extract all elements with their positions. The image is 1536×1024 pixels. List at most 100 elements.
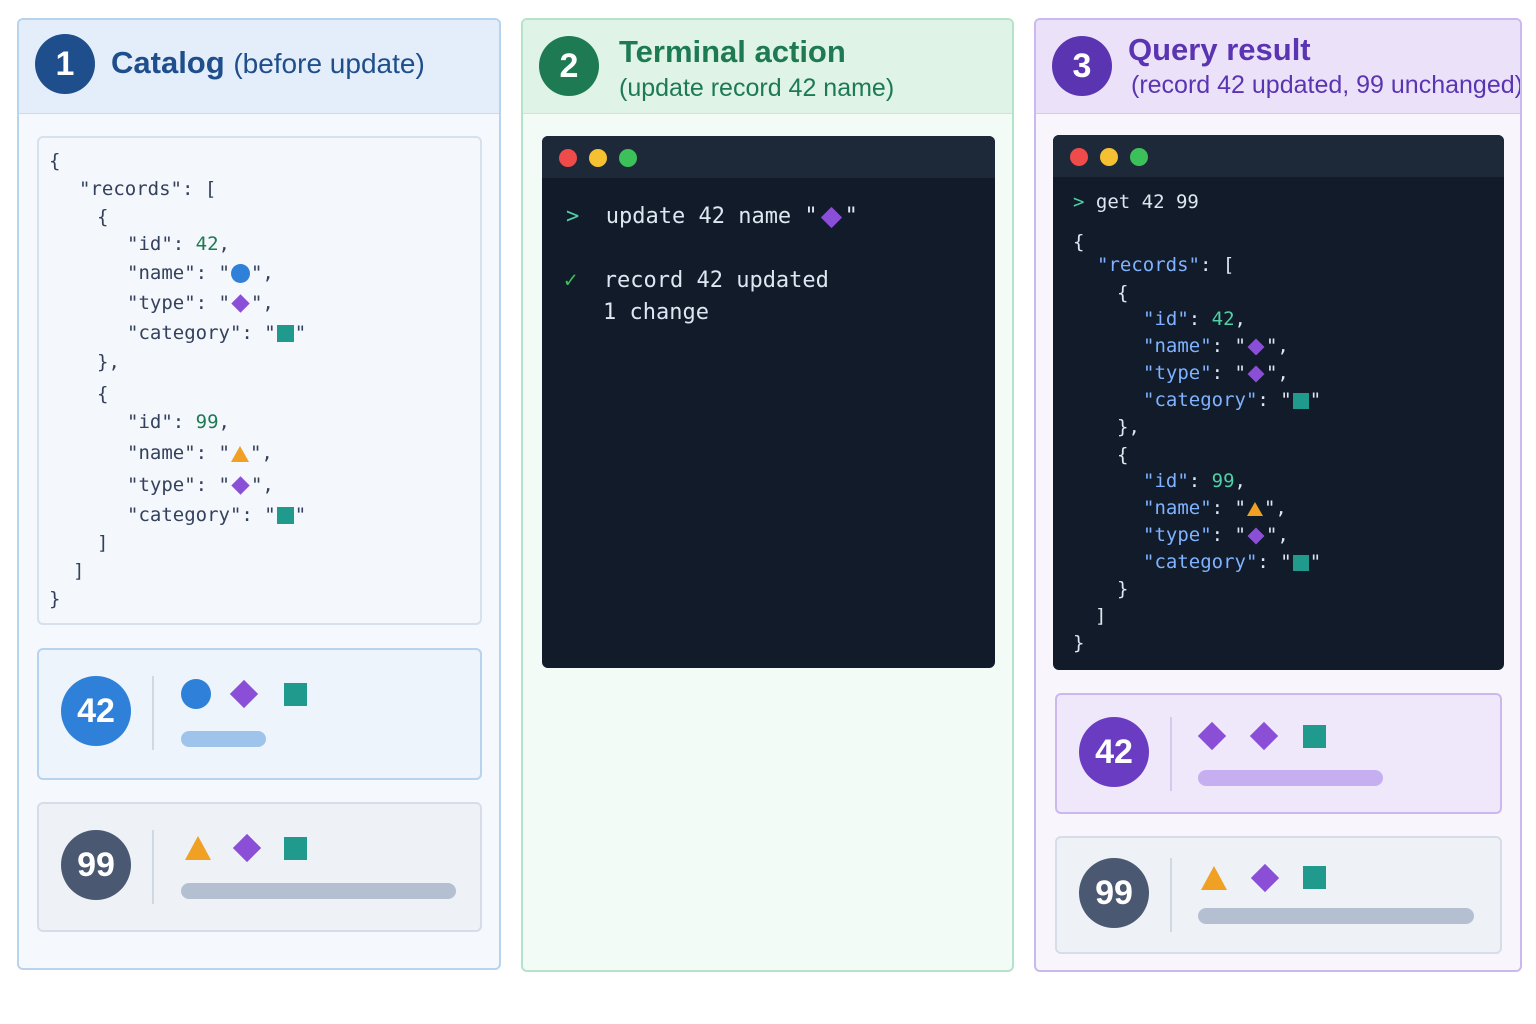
diamond-icon — [820, 206, 842, 228]
json-type-key: "type" — [1143, 362, 1212, 384]
record-id-badge: 42 — [61, 676, 131, 746]
json-record-42-id: "id": 42, — [127, 233, 230, 255]
json-category-key: "category" — [1143, 389, 1258, 411]
json-id-key: "id": — [127, 233, 196, 255]
circle-icon — [230, 264, 250, 283]
json-id-key: "id" — [1143, 308, 1189, 330]
record-card-42: 42 — [37, 648, 482, 780]
square-icon — [1303, 725, 1326, 748]
json-record-99-id: "id": 99, — [1143, 470, 1246, 492]
catalog-panel: 1 Catalog (before update) { "records": [… — [17, 18, 501, 970]
json-type-key: "type": — [127, 474, 219, 496]
result-terminal-window[interactable]: > get 42 99 { "records": [ { "id": 42, "… — [1053, 135, 1504, 670]
json-id-value: 42 — [1211, 308, 1235, 330]
json-close-brace: } — [1073, 632, 1085, 654]
terminal-subtitle: (update record 42 name) — [619, 74, 895, 102]
square-icon — [1292, 392, 1309, 409]
diamond-icon — [231, 476, 250, 495]
json-records-line: "records": [ — [1097, 256, 1234, 275]
diamond-icon — [229, 679, 259, 709]
json-record-99-name: "name": " ", — [127, 442, 273, 464]
json-record-open-2: { — [1117, 444, 1129, 466]
diamond-icon — [1249, 721, 1279, 751]
record-id-badge: 99 — [1079, 858, 1149, 928]
terminal-window[interactable]: > update 42 name " " ✓ record 42 updated … — [542, 136, 995, 668]
square-icon — [276, 325, 294, 342]
prompt-symbol: > — [566, 204, 580, 229]
json-category-key: "category" — [1143, 551, 1258, 573]
catalog-title-text: Catalog — [111, 45, 225, 80]
json-name-key: "name" — [1143, 335, 1212, 357]
minimize-dot-icon[interactable] — [1100, 148, 1118, 166]
json-name-key: "name": — [127, 442, 219, 464]
diamond-icon — [1247, 338, 1265, 355]
json-open-brace: { — [1073, 231, 1085, 253]
step-2-badge: 2 — [539, 36, 599, 96]
terminal-panel: 2 Terminal action (update record 42 name… — [521, 18, 1014, 972]
square-icon — [1292, 554, 1309, 571]
catalog-title-paren: (before update) — [233, 48, 425, 79]
record-bar — [181, 731, 266, 747]
json-records-key: "records" — [1097, 254, 1200, 276]
json-record-close-2: } — [1117, 578, 1129, 600]
catalog-title: Catalog (before update) — [111, 45, 425, 81]
triangle-icon — [1201, 866, 1227, 890]
diamond-icon — [231, 294, 250, 313]
record-card-42: 42 — [1055, 693, 1502, 814]
close-dot-icon[interactable] — [1070, 148, 1088, 166]
json-id-value: 42 — [195, 233, 219, 255]
terminal-output-line1: ✓ record 42 updated — [564, 270, 829, 292]
result-header: 3 Query result (record 42 updated, 99 un… — [1036, 20, 1520, 114]
json-record-42-type: "type": " ", — [1143, 362, 1289, 384]
maximize-dot-icon[interactable] — [1130, 148, 1148, 166]
card-divider — [152, 676, 154, 750]
json-name-key: "name" — [1143, 497, 1212, 519]
json-open-brace: { — [49, 150, 61, 172]
json-record-42-name: "name": " ", — [127, 262, 274, 284]
close-dot-icon[interactable] — [559, 149, 577, 167]
square-icon — [276, 507, 294, 524]
json-category-key: "category": — [127, 322, 265, 344]
json-record-99-type: "type": " ", — [127, 474, 274, 496]
card-divider — [1170, 858, 1172, 932]
terminal-titlebar — [542, 136, 995, 178]
json-record-42-id: "id": 42, — [1143, 308, 1246, 330]
catalog-json-block: { "records": [ { "id": 42, "name": " ", "… — [37, 136, 482, 625]
step-1-badge: 1 — [35, 34, 95, 94]
minimize-dot-icon[interactable] — [589, 149, 607, 167]
json-id-key: "id": — [127, 411, 196, 433]
json-record-42-name: "name": " ", — [1143, 335, 1289, 357]
json-id-value: 99 — [1211, 470, 1235, 492]
square-icon — [1303, 866, 1326, 889]
record-id-badge: 99 — [61, 830, 131, 900]
prompt-symbol: > — [1073, 191, 1085, 213]
json-close-brace: } — [49, 588, 61, 610]
check-icon: ✓ — [564, 268, 578, 293]
record-card-99: 99 — [37, 802, 482, 932]
json-records-key: "records": [ — [79, 178, 217, 200]
catalog-header: 1 Catalog (before update) — [19, 20, 499, 114]
result-title: Query result — [1128, 32, 1311, 67]
json-record-99-id: "id": 99, — [127, 411, 230, 433]
terminal-command: update 42 name " — [605, 204, 818, 229]
terminal-output-line2: 1 change — [603, 300, 709, 325]
triangle-icon — [185, 836, 211, 860]
result-command-line: > get 42 99 — [1073, 193, 1199, 212]
record-id-badge: 42 — [1079, 717, 1149, 787]
record-bar — [1198, 908, 1474, 924]
record-bar — [1198, 770, 1383, 786]
step-3-badge: 3 — [1052, 36, 1112, 96]
json-record-close: }, — [97, 351, 120, 373]
card-divider — [152, 830, 154, 904]
json-record-42-type: "type": " ", — [127, 292, 274, 314]
json-array-close: ] — [1095, 605, 1107, 627]
terminal-command-end: " — [844, 204, 858, 229]
card-divider — [1170, 717, 1172, 791]
diamond-icon — [232, 833, 262, 863]
json-record-close: }, — [1117, 416, 1140, 438]
json-record-99-type: "type": " ", — [1143, 524, 1289, 546]
maximize-dot-icon[interactable] — [619, 149, 637, 167]
diamond-icon — [1250, 863, 1280, 893]
json-records-rest: : [ — [1199, 254, 1235, 276]
diamond-icon — [1197, 721, 1227, 751]
